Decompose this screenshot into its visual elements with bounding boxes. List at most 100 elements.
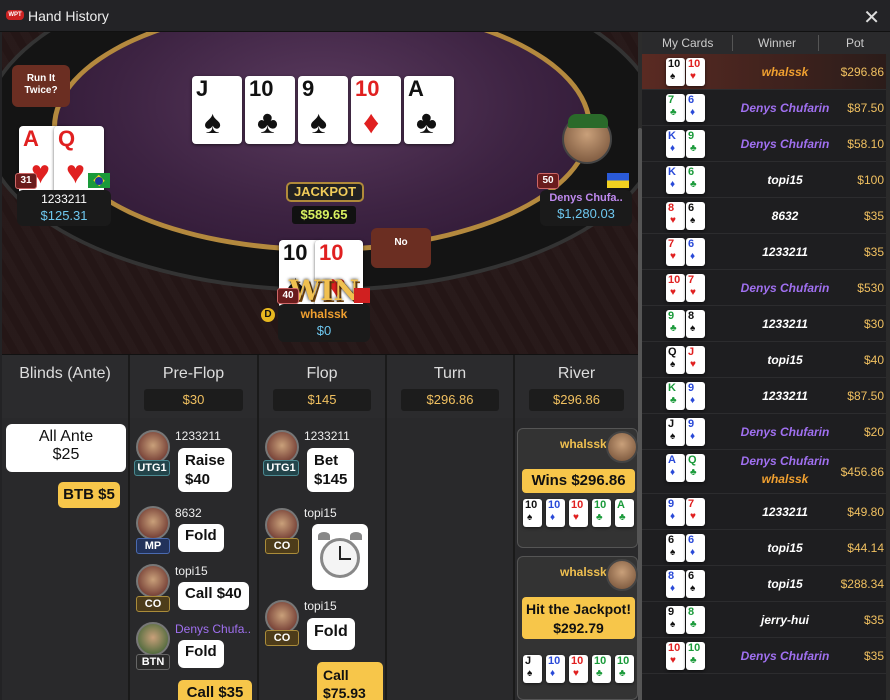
mini-card: 10 ♣ [592,655,611,683]
position-badge: BTN [136,654,170,670]
mini-card: 10 ♥ [569,499,588,527]
street-headers: Blinds (Ante) Pre-Flop $30 Flop $145 Turn $… [2,354,638,419]
community-card: J ♠ [192,76,242,144]
history-winner: Denys Chufarin [740,137,830,151]
history-row[interactable]: K ♣ 9 ♦ 1233211 $87.50 [642,378,890,414]
mini-card: 7 ♣ [666,94,685,122]
action-raise: Raise $40 [178,448,233,492]
winner-avatar [606,559,638,591]
winner-name: whalssk [560,565,607,579]
title-bar: WPT Hand History ✕ [0,0,890,32]
preflop-pot: $30 [144,389,243,411]
history-row[interactable]: Q ♠ J ♥ topi15 $40 [642,342,890,378]
history-row[interactable]: 10 ♥ 7 ♥ Denys Chufarin $530 [642,270,890,306]
history-row[interactable]: 10 ♠ 10 ♥ whalssk $296.86 [642,54,890,90]
mini-card: 6 ♦ [686,238,705,266]
history-row[interactable]: K ♦ 9 ♣ Denys Chufarin $58.10 [642,126,890,162]
history-row[interactable]: 8 ♦ 6 ♠ topi15 $288.34 [642,566,890,602]
avatar-topi15 [265,600,299,634]
history-row[interactable]: 9 ♣ 8 ♠ 1233211 $30 [642,306,890,342]
close-icon[interactable]: ✕ [863,5,880,30]
street-header-flop: Flop $145 [259,355,387,419]
history-row[interactable]: 7 ♥ 6 ♦ 1233211 $35 [642,234,890,270]
player-right-name: Denys Chufa.. [549,192,623,204]
player-bottom-stack: $0 [316,323,332,338]
action-player-name: 8632 [175,506,202,520]
player-right-nameplate: Denys Chufa.. $1,280.03 [540,190,632,226]
history-pot: $100 [857,173,884,187]
action-fold: Fold [178,524,224,552]
mini-card: 7 ♥ [666,238,685,266]
history-scrollbar[interactable] [886,54,890,700]
position-badge: CO [265,538,299,554]
mini-card: 10 ♥ [686,58,705,86]
avatar-1233211 [265,430,299,464]
mini-card: 10 ♠ [666,58,685,86]
mini-card: 10 ♣ [592,499,611,527]
history-row[interactable]: 7 ♣ 6 ♦ Denys Chufarin $87.50 [642,90,890,126]
river-pot: $296.86 [529,389,624,411]
history-row[interactable]: 6 ♠ 6 ♦ topi15 $44.14 [642,530,890,566]
mini-card: 10 ♣ [686,642,705,670]
community-card: 10 ♣ [245,76,295,144]
history-winner: topi15 [767,173,803,187]
header-pot[interactable]: Pot [846,36,864,50]
mini-card: 10 ♥ [666,642,685,670]
river-win-box: whalssk Wins $296.86 10 ♠ 10 ♦ 10 ♥ 10 ♣ A ♣ [517,428,638,548]
action-player-name: Denys Chufa.. [175,622,252,636]
position-badge: MP [136,538,170,554]
player-right-avatar [562,114,612,164]
ukraine-flag-icon [607,173,629,188]
history-row[interactable]: K ♦ 6 ♣ topi15 $100 [642,162,890,198]
history-winner: topi15 [767,353,803,367]
mini-card: 8 ♦ [666,570,685,598]
player-right-level-badge: 50 [537,173,559,189]
street-actions: All Ante $25 BTB $5 UTG1 1233211 Raise $4… [2,418,638,700]
winner-name: whalssk [560,437,607,451]
history-row[interactable]: 8 ♥ 6 ♠ 8632 $35 [642,198,890,234]
player-left-nameplate: 1233211 $125.31 [17,190,111,226]
history-winner: Denys Chufarin [740,454,830,468]
mini-card: 9 ♦ [686,382,705,410]
mini-card: 9 ♠ [666,606,685,634]
history-pot: $87.50 [847,101,884,115]
street-header-river: River $296.86 [515,355,638,419]
mini-card: A ♣ [615,499,634,527]
player-bottom-nameplate: whalssk $0 [278,304,370,342]
history-pot: $40 [863,353,884,367]
history-winner: topi15 [767,577,803,591]
position-badge: UTG1 [263,460,299,476]
action-fold: Fold [307,618,355,650]
mini-card: 6 ♠ [666,534,685,562]
mini-card: 10 ♥ [569,655,588,683]
history-row[interactable]: 9 ♠ 8 ♣ jerry-hui $35 [642,602,890,638]
history-pot: $296.86 [840,65,884,79]
jackpot-amount: $589.65 [292,206,356,224]
action-player-name: 1233211 [304,429,350,443]
mini-card: 6 ♦ [686,94,705,122]
position-badge: CO [265,630,299,646]
history-winner: 1233211 [762,317,808,331]
history-row[interactable]: 10 ♥ 10 ♣ Denys Chufarin $35 [642,638,890,674]
player-bottom-level-badge: 40 [277,288,299,304]
avatar-1233211 [136,430,170,464]
mini-card: 7 ♥ [686,274,705,302]
history-row[interactable]: A ♦ Q ♣ Denys Chufarin whalssk $456.86 [642,450,890,494]
header-my-cards[interactable]: My Cards [662,36,713,50]
history-pot: $30 [863,317,884,331]
history-pot: $35 [863,649,884,663]
all-ante-box: All Ante $25 [6,424,126,472]
history-row[interactable]: 9 ♦ 7 ♥ 1233211 $49.80 [642,494,890,530]
history-pot: $35 [863,245,884,259]
history-pot: $87.50 [847,389,884,403]
mini-card: 9 ♣ [666,310,685,338]
history-pot: $288.34 [840,577,884,591]
header-winner[interactable]: Winner [758,36,796,50]
history-pot: $49.80 [847,505,884,519]
history-winner: topi15 [767,541,803,555]
mini-card: J ♠ [666,418,685,446]
action-call-box: Call $75.93 [317,662,383,700]
history-row[interactable]: J ♠ 9 ♦ Denys Chufarin $20 [642,414,890,450]
community-card: 9 ♠ [298,76,348,144]
avatar-8632 [136,506,170,540]
